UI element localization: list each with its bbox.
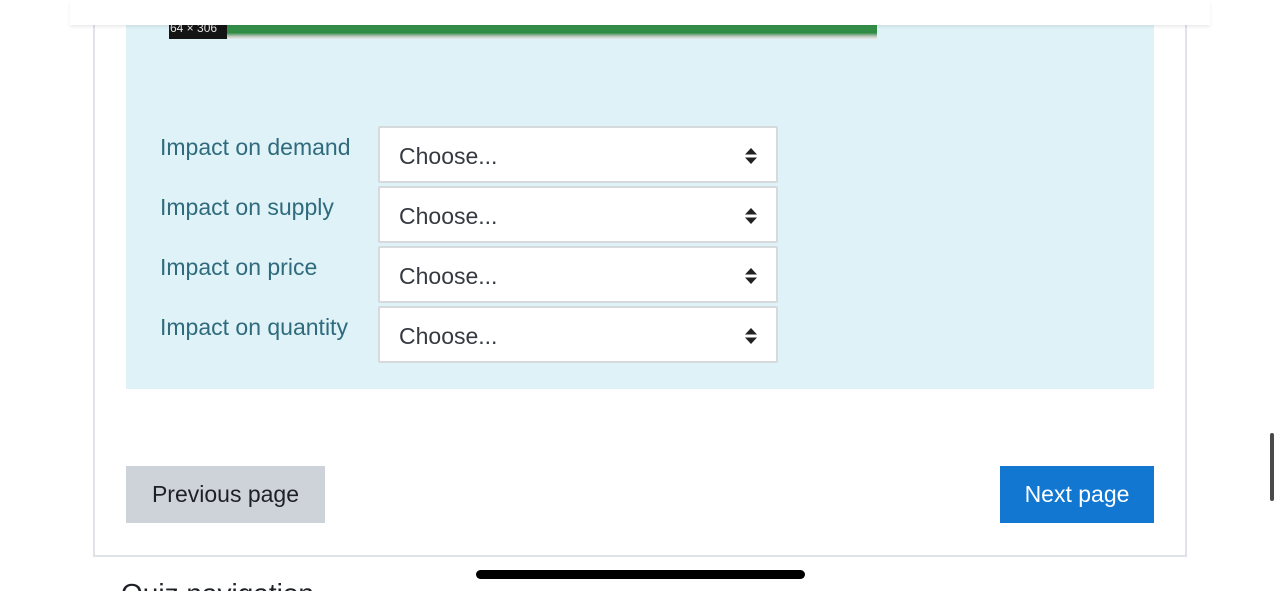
select-value: Choose... — [399, 263, 498, 289]
top-bar — [70, 0, 1210, 25]
page: 64 × 306 Impact on demand Choose... Impa… — [0, 0, 1280, 591]
select-value: Choose... — [399, 143, 498, 169]
next-page-button[interactable]: Next page — [1000, 466, 1154, 523]
question-label: Impact on demand — [160, 134, 351, 160]
question-label: Impact on price — [160, 254, 318, 280]
home-indicator[interactable] — [476, 570, 805, 579]
quantity-select[interactable]: Choose... — [378, 306, 778, 363]
scrollbar[interactable] — [1270, 433, 1274, 501]
price-select[interactable]: Choose... — [378, 246, 778, 303]
question-label: Impact on supply — [160, 194, 334, 220]
quiz-navigation-heading: Quiz navigation — [121, 578, 314, 591]
sort-arrows-icon — [745, 328, 757, 344]
sort-arrows-icon — [745, 268, 757, 284]
previous-page-button[interactable]: Previous page — [126, 466, 325, 523]
supply-select[interactable]: Choose... — [378, 186, 778, 243]
select-value: Choose... — [399, 323, 498, 349]
select-value: Choose... — [399, 203, 498, 229]
question-label: Impact on quantity — [160, 314, 348, 340]
sort-arrows-icon — [745, 148, 757, 164]
demand-select[interactable]: Choose... — [378, 126, 778, 183]
sort-arrows-icon — [745, 208, 757, 224]
